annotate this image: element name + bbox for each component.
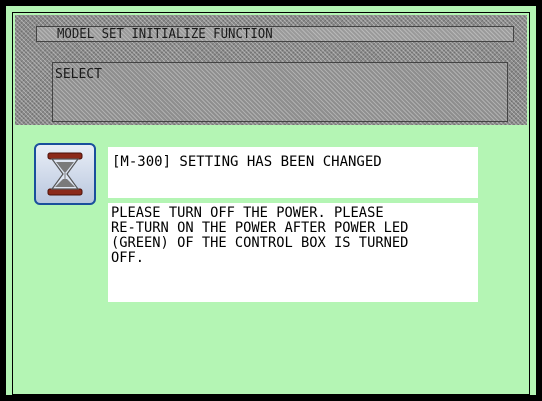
device-screen: MODEL SET INITIALIZE FUNCTION SELECT [M-… xyxy=(0,0,542,401)
select-panel[interactable]: SELECT xyxy=(52,62,508,122)
message-line: OFF. xyxy=(111,250,145,266)
message-line: (GREEN) OF THE CONTROL BOX IS TURNED xyxy=(111,235,409,251)
message-line: PLEASE TURN OFF THE POWER. PLEASE xyxy=(111,205,384,221)
message-title: [M-300] SETTING HAS BEEN CHANGED xyxy=(108,147,478,198)
select-label: SELECT xyxy=(55,67,102,82)
message-body: PLEASE TURN OFF THE POWER. PLEASE RE-TUR… xyxy=(108,203,478,302)
hourglass-icon xyxy=(34,143,96,205)
page-title: MODEL SET INITIALIZE FUNCTION xyxy=(57,26,273,42)
message-line: RE-TURN ON THE POWER AFTER POWER LED xyxy=(111,220,409,236)
title-bar: MODEL SET INITIALIZE FUNCTION xyxy=(36,26,514,42)
